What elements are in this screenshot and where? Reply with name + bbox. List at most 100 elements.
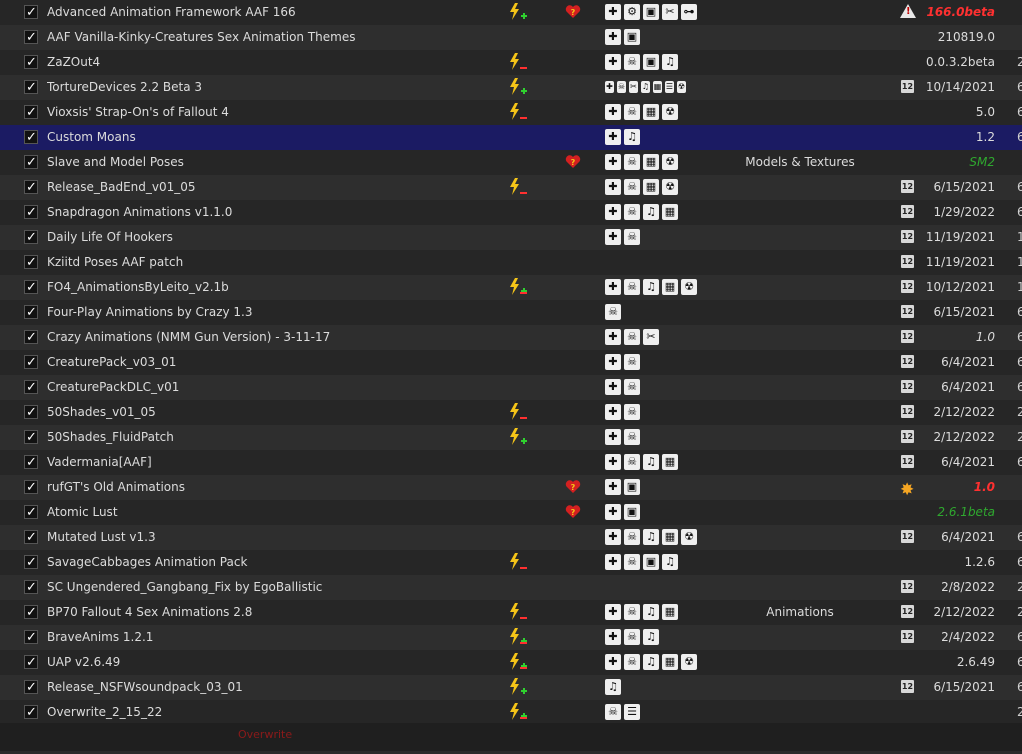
enable-checkbox[interactable] <box>24 250 38 275</box>
box-icon: ▣ <box>643 4 659 20</box>
skeleton-icon: ☠ <box>624 179 640 195</box>
mod-version: 2/8/2022 <box>941 580 995 594</box>
mod-row[interactable]: CreaturePack_v03_01✚☠126/4/20216 <box>0 350 1022 375</box>
mod-version: 6/15/2021 <box>933 305 995 319</box>
mod-row[interactable]: FO4_AnimationsByLeito_v2.1b✚☠♫▦☢1210/12/… <box>0 275 1022 300</box>
enable-checkbox[interactable] <box>24 575 38 600</box>
overwrite-label: Overwrite <box>238 728 293 741</box>
puzzle-icon: ✚ <box>605 129 621 145</box>
enable-checkbox[interactable] <box>24 0 38 25</box>
enable-checkbox[interactable] <box>24 625 38 650</box>
mod-row[interactable]: Release_BadEnd_v01_05✚☠▦☢126/15/20216 <box>0 175 1022 200</box>
mod-version: 1.0 <box>973 480 995 494</box>
enable-checkbox[interactable] <box>24 600 38 625</box>
mod-priority: 10 <box>1017 280 1022 294</box>
mod-row[interactable]: Advanced Animation Framework AAF 166? ✚⚙▣… <box>0 0 1022 25</box>
mod-row[interactable]: Custom Moans ✚♫ 1.2 6 <box>0 125 1022 150</box>
mod-row[interactable]: 50Shades_v01_05✚☠122/12/20222 <box>0 400 1022 425</box>
mod-priority: 6 <box>1017 305 1022 319</box>
puzzle-icon: ✚ <box>605 29 621 45</box>
enable-checkbox[interactable] <box>24 275 38 300</box>
mod-row[interactable]: Overwrite_2_15_22 ☠☰ 2 <box>0 700 1022 725</box>
mod-priority: 6 <box>1017 180 1022 194</box>
mod-category: Animations <box>766 605 834 619</box>
enable-checkbox[interactable] <box>24 700 38 725</box>
enable-checkbox[interactable] <box>24 225 38 250</box>
overwrite-row[interactable]: Overwrite <box>0 723 1022 754</box>
mod-row[interactable]: Slave and Model Poses? ✚☠▦☢ Models & Textu… <box>0 150 1022 175</box>
mod-row[interactable]: ZaZOut4 ✚☠▣♫ 0.0.3.2beta 2 <box>0 50 1022 75</box>
mod-name: Daily Life Of Hookers <box>47 230 173 244</box>
mod-row[interactable]: AAF Vanilla-Kinky-Creatures Sex Animatio… <box>0 25 1022 50</box>
mod-row[interactable]: Crazy Animations (NMM Gun Version) - 3-1… <box>0 325 1022 350</box>
mod-name: BP70 Fallout 4 Sex Animations 2.8 <box>47 605 253 619</box>
enable-checkbox[interactable] <box>24 50 38 75</box>
mod-version: 2.6.49 <box>956 655 995 669</box>
enable-checkbox[interactable] <box>24 200 38 225</box>
enable-checkbox[interactable] <box>24 150 38 175</box>
enable-checkbox[interactable] <box>24 475 38 500</box>
mod-row[interactable]: BP70 Fallout 4 Sex Animations 2.8 ✚☠♫▦ Ani… <box>0 600 1022 625</box>
mod-row[interactable]: 50Shades_FluidPatch✚☠122/12/20222 <box>0 425 1022 450</box>
mod-row[interactable]: Kziitd Poses AAF patch1211/19/20211 <box>0 250 1022 275</box>
enable-checkbox[interactable] <box>24 525 38 550</box>
skeleton-icon: ☠ <box>624 54 640 70</box>
enable-checkbox[interactable] <box>24 75 38 100</box>
lyre-icon: ♫ <box>643 204 659 220</box>
mod-priority: 6 <box>1017 355 1022 369</box>
mod-list[interactable]: Advanced Animation Framework AAF 166?✚⚙▣… <box>0 0 1022 754</box>
enable-checkbox[interactable] <box>24 400 38 425</box>
mod-priority: 6 <box>1017 455 1022 469</box>
mod-row[interactable]: Snapdragon Animations v1.1.0✚☠♫▦121/29/2… <box>0 200 1022 225</box>
mod-version: 1.2.6 <box>964 555 995 569</box>
mod-row[interactable]: TortureDevices 2.2 Beta 3✚☠✂♫▦☰☢1210/14/… <box>0 75 1022 100</box>
skeleton-icon: ☠ <box>624 279 640 295</box>
enable-checkbox[interactable] <box>24 375 38 400</box>
mod-priority: 1 <box>1017 255 1022 269</box>
mod-row[interactable]: UAP v2.6.49 ✚☠♫▦☢ 2.6.49 6 <box>0 650 1022 675</box>
mod-version: 1.0 <box>975 330 995 344</box>
mod-row[interactable]: rufGT's Old Animations?✚▣✸1.0 <box>0 475 1022 500</box>
mod-name: Advanced Animation Framework AAF 166 <box>47 5 296 19</box>
mod-name: UAP v2.6.49 <box>47 655 121 669</box>
enable-checkbox[interactable] <box>24 300 38 325</box>
enable-checkbox[interactable] <box>24 425 38 450</box>
mod-version: 6/4/2021 <box>941 530 995 544</box>
mod-row[interactable]: Daily Life Of Hookers✚☠1211/19/20211 <box>0 225 1022 250</box>
mod-name: Custom Moans <box>47 130 136 144</box>
enable-checkbox[interactable] <box>24 175 38 200</box>
puzzle-icon: ✚ <box>605 104 621 120</box>
enable-checkbox[interactable] <box>24 325 38 350</box>
mod-row[interactable]: CreaturePackDLC_v01✚☠126/4/20216 <box>0 375 1022 400</box>
enable-checkbox[interactable] <box>24 100 38 125</box>
radiation-icon: ☢ <box>662 104 678 120</box>
enable-checkbox[interactable] <box>24 500 38 525</box>
mod-row[interactable]: Vioxsis' Strap-On's of Fallout 4 ✚☠▦☢ 5.0 6 <box>0 100 1022 125</box>
mod-row[interactable]: SC Ungendered_Gangbang_Fix by EgoBallist… <box>0 575 1022 600</box>
mod-row[interactable]: BraveAnims 1.2.1✚☠♫122/4/20226 <box>0 625 1022 650</box>
mod-name: Snapdragon Animations v1.1.0 <box>47 205 233 219</box>
mod-row[interactable]: Mutated Lust v1.3✚☠♫▦☢126/4/20216 <box>0 525 1022 550</box>
enable-checkbox[interactable] <box>24 450 38 475</box>
content-icons: ✚ ▣ <box>605 504 640 521</box>
enable-checkbox[interactable] <box>24 25 38 50</box>
mod-name: Atomic Lust <box>47 505 118 519</box>
mod-row[interactable]: Vadermania[AAF]✚☠♫▦126/4/20216 <box>0 450 1022 475</box>
mod-row[interactable]: SavageCabbages Animation Pack ✚☠▣♫ 1.2.6 6 <box>0 550 1022 575</box>
mod-row[interactable]: Four-Play Animations by Crazy 1.3☠126/15… <box>0 300 1022 325</box>
mod-priority: 2 <box>1017 605 1022 619</box>
enable-checkbox[interactable] <box>24 350 38 375</box>
skeleton-icon: ☠ <box>624 454 640 470</box>
texture-icon: ▦ <box>653 81 662 93</box>
tools-icon: ✂ <box>643 329 659 345</box>
enable-checkbox[interactable] <box>24 125 38 150</box>
texture-icon: ▦ <box>643 179 659 195</box>
lightning-plus-icon <box>508 3 528 21</box>
enable-checkbox[interactable] <box>24 675 38 700</box>
mod-row[interactable]: Atomic Lust? ✚▣ 2.6.1beta <box>0 500 1022 525</box>
mod-name: CreaturePack_v03_01 <box>47 355 177 369</box>
mod-row[interactable]: Release_NSFWsoundpack_03_01♫126/15/20216 <box>0 675 1022 700</box>
enable-checkbox[interactable] <box>24 650 38 675</box>
box-icon: ▣ <box>643 54 659 70</box>
enable-checkbox[interactable] <box>24 550 38 575</box>
